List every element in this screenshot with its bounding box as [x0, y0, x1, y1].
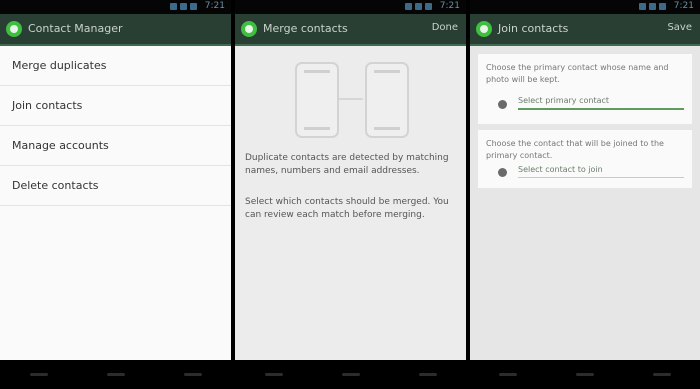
recent-apps-icon[interactable] [416, 370, 440, 380]
menu-item-manage-accounts[interactable]: Manage accounts [0, 126, 231, 166]
home-icon[interactable] [104, 370, 128, 380]
home-icon[interactable] [339, 370, 363, 380]
join-form: Choose the primary contact whose name an… [470, 46, 700, 360]
status-icons [170, 3, 197, 10]
menu-item-join-contacts[interactable]: Join contacts [0, 86, 231, 126]
merge-instructions: Select which contacts should be merged. … [245, 197, 449, 220]
navigation-bar [235, 360, 466, 389]
phone-right-icon [365, 62, 409, 138]
navigation-bar [0, 360, 231, 389]
status-bar: 7:21 [0, 0, 231, 14]
merge-link-icon [339, 98, 363, 100]
back-icon[interactable] [262, 370, 286, 380]
join-contact-field[interactable]: Select contact to join [518, 165, 684, 178]
battery-icon [190, 3, 197, 10]
primary-contact-card: Choose the primary contact whose name an… [478, 54, 692, 124]
signal-icon [415, 3, 422, 10]
back-icon[interactable] [27, 370, 51, 380]
action-bar-title: Join contacts [498, 22, 569, 35]
radio-button[interactable] [498, 168, 507, 177]
primary-contact-field[interactable]: Select primary contact [518, 96, 684, 110]
status-icons [405, 3, 432, 10]
recent-apps-icon[interactable] [650, 370, 674, 380]
battery-icon [425, 3, 432, 10]
home-icon[interactable] [573, 370, 597, 380]
screens: 7:21 Contact Manager Merge duplicates Jo… [0, 0, 700, 389]
status-time: 7:21 [439, 1, 460, 11]
action-bar: Contact Manager [0, 14, 231, 46]
action-bar-title: Contact Manager [28, 22, 123, 35]
wifi-icon [639, 3, 646, 10]
navigation-bar [470, 360, 700, 389]
menu-item-delete-contacts[interactable]: Delete contacts [0, 166, 231, 206]
status-bar: 7:21 [235, 0, 466, 14]
contacts-app-icon[interactable] [6, 21, 22, 37]
merge-info: Duplicate contacts are detected by match… [235, 46, 466, 360]
status-time: 7:21 [673, 1, 694, 11]
menu-list: Merge duplicates Join contacts Manage ac… [0, 46, 231, 206]
screen-join-contacts: 7:21 Join contacts Save Choose the prima… [470, 0, 700, 389]
menu-item-merge-duplicates[interactable]: Merge duplicates [0, 46, 231, 86]
menu-list-container: Merge duplicates Join contacts Manage ac… [0, 46, 231, 360]
contacts-app-icon[interactable] [241, 21, 257, 37]
merge-diagram [235, 58, 466, 150]
back-icon[interactable] [496, 370, 520, 380]
status-bar: 7:21 [470, 0, 700, 14]
join-contact-card: Choose the contact that will be joined t… [478, 130, 692, 188]
status-icons [639, 3, 666, 10]
merge-description: Duplicate contacts are detected by match… [245, 153, 449, 176]
screen-contact-manager: 7:21 Contact Manager Merge duplicates Jo… [0, 0, 231, 389]
wifi-icon [170, 3, 177, 10]
screen-merge-contacts: 7:21 Merge contacts Done Duplicate conta… [235, 0, 466, 389]
save-button[interactable]: Save [667, 22, 692, 33]
signal-icon [180, 3, 187, 10]
action-bar: Merge contacts Done [235, 14, 466, 46]
contacts-app-icon[interactable] [476, 21, 492, 37]
radio-button[interactable] [498, 100, 507, 109]
done-button[interactable]: Done [432, 22, 458, 33]
action-bar-title: Merge contacts [263, 22, 348, 35]
signal-icon [649, 3, 656, 10]
card-description: Choose the primary contact whose name an… [486, 63, 669, 84]
recent-apps-icon[interactable] [181, 370, 205, 380]
wifi-icon [405, 3, 412, 10]
action-bar: Join contacts Save [470, 14, 700, 46]
card-description: Choose the contact that will be joined t… [486, 139, 664, 160]
status-time: 7:21 [204, 1, 225, 11]
battery-icon [659, 3, 666, 10]
phone-left-icon [295, 62, 339, 138]
